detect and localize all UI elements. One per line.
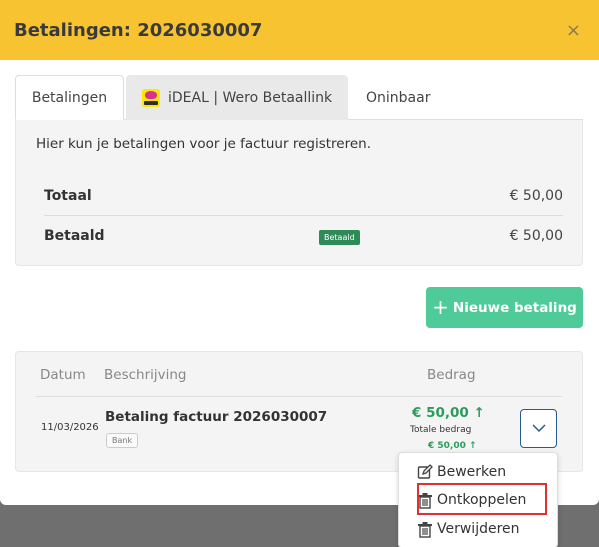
modal-header: Betalingen: 2026030007 × [0, 0, 599, 60]
column-header-date: Datum [40, 367, 86, 383]
tab-betalingen[interactable]: Betalingen [15, 75, 124, 120]
total-value: € 50,00 [509, 187, 563, 204]
bank-badge: Bank [106, 433, 139, 448]
payment-amount: € 50,00 ↑ [412, 405, 485, 421]
total-row: Totaal € 50,00 [44, 176, 563, 216]
tab-label: Oninbaar [366, 89, 431, 106]
menu-item-delete[interactable]: Verwijderen [417, 518, 520, 540]
total-amount-label: Totale bedrag [410, 425, 472, 435]
intro-text: Hier kun je betalingen voor je factuur r… [36, 136, 371, 152]
payment-title: Betaling factuur 2026030007 [105, 409, 328, 425]
status-badge: Betaald [319, 230, 360, 245]
divider [36, 396, 562, 397]
edit-icon [417, 464, 433, 479]
payments-modal: Betalingen: 2026030007 × Betalingen iDEA… [0, 0, 599, 505]
tab-label: iDEAL | Wero Betaallink [168, 89, 333, 106]
tab-oninbaar[interactable]: Oninbaar [348, 75, 445, 120]
tab-bar: Betalingen iDEAL | Wero Betaallink Oninb… [15, 75, 583, 120]
column-header-description: Beschrijving [104, 367, 187, 383]
menu-item-label: Bewerken [437, 464, 507, 480]
paid-value: € 50,00 [509, 228, 563, 244]
trash-icon [418, 521, 432, 538]
paid-row: Betaald Betaald € 50,00 [44, 216, 563, 256]
total-amount-value: € 50,00 ↑ [428, 441, 477, 451]
trash-icon [418, 492, 432, 509]
new-payment-label: Nieuwe betaling [452, 299, 577, 316]
plus-icon: + [432, 294, 449, 319]
menu-item-label: Ontkoppelen [437, 492, 527, 508]
menu-item-label: Verwijderen [437, 521, 520, 537]
wero-logo-icon [142, 88, 160, 107]
menu-item-edit[interactable]: Bewerken [417, 461, 506, 483]
tab-label: Betalingen [31, 89, 108, 106]
paid-label: Betaald [44, 228, 105, 244]
chevron-down-icon [531, 424, 546, 433]
menu-item-unlink[interactable]: Ontkoppelen [417, 489, 526, 511]
column-header-amount: Bedrag [427, 367, 476, 383]
tab-ideal-wero[interactable]: iDEAL | Wero Betaallink [126, 75, 348, 120]
close-icon[interactable]: × [566, 20, 581, 41]
total-label: Totaal [44, 187, 92, 204]
modal-title: Betalingen: 2026030007 [14, 19, 263, 41]
new-payment-button[interactable]: + Nieuwe betaling [426, 287, 583, 328]
payment-date: 11/03/2026 [41, 422, 99, 433]
row-actions-dropdown-button[interactable] [520, 409, 557, 448]
row-actions-menu: Bewerken Ontkoppelen Verwijderen [398, 452, 558, 547]
